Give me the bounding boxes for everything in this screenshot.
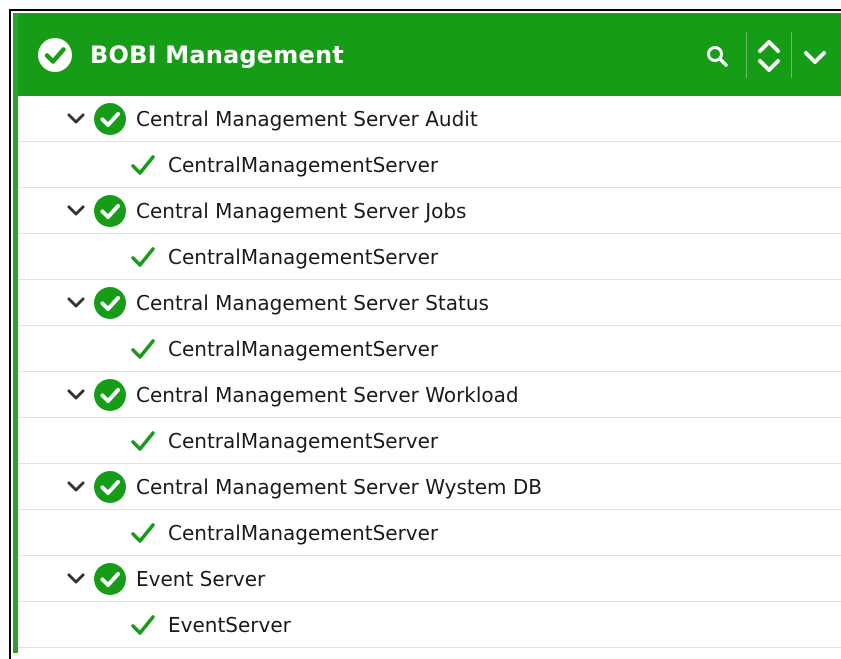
checkmark-icon: [130, 521, 156, 545]
check-circle-icon: [94, 195, 126, 227]
checkmark-icon: [130, 153, 156, 177]
tree-parent-row[interactable]: Central Management Server Jobs: [18, 188, 841, 234]
tree-child-row[interactable]: CentralManagementServer: [18, 510, 841, 556]
tree-child-label: EventServer: [168, 613, 291, 637]
chevron-down-icon[interactable]: [66, 569, 86, 589]
tree-parent-row[interactable]: Central Management Server Audit: [18, 96, 841, 142]
check-circle-icon: [94, 379, 126, 411]
check-circle-icon: [94, 287, 126, 319]
tree-child-label: CentralManagementServer: [168, 153, 439, 177]
tree-parent-label: Central Management Server Status: [136, 291, 489, 315]
tree-child-row[interactable]: CentralManagementServer: [18, 142, 841, 188]
tree-child-label: CentralManagementServer: [168, 521, 439, 545]
tree-list: Central Management Server Audit CentralM…: [18, 96, 841, 648]
sort-icon[interactable]: [755, 34, 783, 78]
checkmark-icon: [130, 429, 156, 453]
tree-parent-row[interactable]: Central Management Server Status: [18, 280, 841, 326]
tree-child-row[interactable]: EventServer: [18, 602, 841, 648]
chevron-down-icon[interactable]: [800, 42, 830, 72]
check-circle-icon: [38, 38, 72, 72]
check-circle-icon: [94, 563, 126, 595]
chevron-down-icon[interactable]: [66, 201, 86, 221]
tree-child-label: CentralManagementServer: [168, 337, 439, 361]
checkmark-icon: [130, 245, 156, 269]
tree-parent-row[interactable]: Central Management Server Workload: [18, 372, 841, 418]
tree-parent-label: Central Management Server Wystem DB: [136, 475, 543, 499]
tree-child-label: CentralManagementServer: [168, 245, 439, 269]
header-separator: [791, 32, 792, 78]
panel-header: BOBI Management: [18, 14, 841, 96]
tree-parent-label: Central Management Server Audit: [136, 107, 478, 131]
tree-parent-row[interactable]: Event Server: [18, 556, 841, 602]
tree-parent-label: Event Server: [136, 567, 266, 591]
check-circle-icon: [94, 103, 126, 135]
search-icon[interactable]: [703, 42, 733, 72]
tree-child-row[interactable]: CentralManagementServer: [18, 326, 841, 372]
tree-parent-label: Central Management Server Jobs: [136, 199, 467, 223]
chevron-down-icon[interactable]: [66, 477, 86, 497]
chevron-down-icon[interactable]: [66, 385, 86, 405]
tree-child-row[interactable]: CentralManagementServer: [18, 418, 841, 464]
header-separator: [746, 32, 747, 78]
panel-title: BOBI Management: [90, 41, 344, 69]
tree-parent-row[interactable]: Central Management Server Wystem DB: [18, 464, 841, 510]
tree-child-label: CentralManagementServer: [168, 429, 439, 453]
tree-parent-label: Central Management Server Workload: [136, 383, 519, 407]
tree-child-row[interactable]: CentralManagementServer: [18, 234, 841, 280]
check-circle-icon: [94, 471, 126, 503]
checkmark-icon: [130, 337, 156, 361]
chevron-down-icon[interactable]: [66, 109, 86, 129]
checkmark-icon: [130, 613, 156, 637]
chevron-down-icon[interactable]: [66, 293, 86, 313]
